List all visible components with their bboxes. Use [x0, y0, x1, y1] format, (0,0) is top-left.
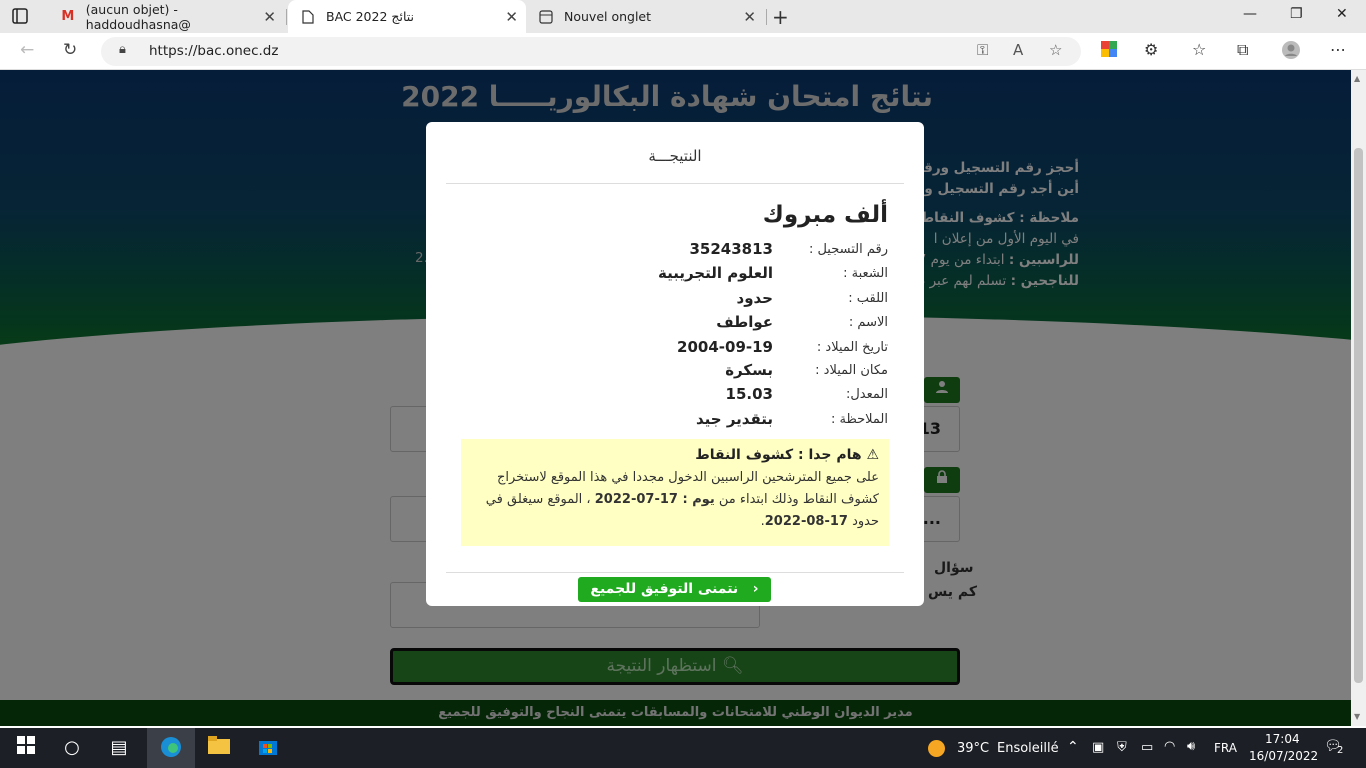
extension-colorful-icon[interactable]	[1100, 40, 1118, 62]
result-row-firstname: الاسم : عواطف	[658, 313, 888, 339]
gmail-icon: M	[61, 9, 75, 24]
url-text[interactable]: https://bac.onec.dz	[149, 43, 278, 59]
row-label: اللقب :	[848, 291, 888, 306]
page-icon	[300, 9, 316, 25]
result-row-birthdate: تاريخ الميلاد : 2004-09-19	[658, 338, 888, 364]
result-modal: النتيجـــة ألف مبروك رقم التسجيل : 35243…	[426, 122, 924, 606]
important-notice: ⚠ هام جدا : كشوف النقاط على جميع المترشح…	[461, 439, 889, 546]
url-field[interactable]: 🔒︎ https://bac.onec.dz ⚿ A ☆	[101, 37, 1081, 66]
row-value: 2004-09-19	[677, 338, 773, 356]
key-icon[interactable]: ⚿	[977, 41, 988, 59]
favorites-icon[interactable]: ☆	[1192, 40, 1206, 59]
row-label: الشعبة :	[843, 266, 888, 281]
modal-title: النتيجـــة	[446, 122, 904, 184]
battery-icon[interactable]: ▭	[1141, 740, 1153, 755]
tab-separator	[286, 9, 287, 25]
tab-bac-results[interactable]: BAC 2022 نتائج ✕	[288, 0, 526, 33]
congratulations-heading: ألف مبروك	[762, 202, 888, 228]
collections-icon[interactable]: ⧉	[1237, 40, 1248, 60]
scroll-thumb[interactable]	[1354, 148, 1363, 683]
close-icon[interactable]: ✕	[263, 8, 276, 26]
extensions-icon[interactable]: ⚙︎	[1144, 40, 1158, 59]
weather-temperature[interactable]: 39°C	[957, 741, 989, 756]
more-options-icon[interactable]: ⋯	[1330, 40, 1346, 59]
task-view-icon[interactable]: ▤	[107, 736, 131, 760]
tab-bar: M (aucun objet) - haddoudhasna@ ✕ BAC 20…	[0, 0, 1366, 33]
row-label: الملاحظة :	[830, 412, 888, 427]
row-value: العلوم التجريبية	[658, 264, 773, 282]
row-value: حدود	[736, 289, 774, 307]
scroll-up-icon[interactable]: ▲	[1354, 74, 1360, 83]
favorite-add-icon[interactable]: ☆	[1049, 41, 1062, 59]
newtab-icon	[538, 9, 554, 25]
row-value: 15.03	[725, 385, 773, 403]
minimize-icon[interactable]: —	[1243, 6, 1257, 22]
file-explorer-icon[interactable]	[207, 736, 231, 760]
read-aloud-icon[interactable]: A	[1013, 41, 1023, 59]
row-label: الاسم :	[848, 315, 888, 330]
row-value: عواطف	[716, 313, 773, 331]
notice-body: على جميع المترشحين الراسبين الدخول مجددا…	[485, 470, 879, 529]
tab-separator	[766, 9, 767, 25]
close-icon[interactable]: ✕	[505, 8, 518, 26]
windows-taskbar: ○ ▤ 39°C Ensoleillé ⌃ ▣ ⛨ ▭ ◠ 🔊︎ FRA 17:…	[0, 728, 1366, 768]
chevron-up-icon[interactable]: ⌃	[1067, 739, 1079, 755]
result-row-average: المعدل: 15.03	[658, 385, 888, 411]
profile-avatar[interactable]	[1281, 40, 1301, 64]
row-label: تاريخ الميلاد :	[816, 340, 888, 355]
close-modal-button[interactable]: ‹ نتمنى التوفيق للجميع	[578, 577, 771, 602]
close-window-icon[interactable]: ✕	[1336, 6, 1348, 22]
clock-time[interactable]: 17:04	[1265, 732, 1300, 746]
row-value: بسكرة	[725, 361, 773, 379]
row-label: المعدل:	[845, 387, 888, 402]
maximize-icon[interactable]: ❐	[1290, 6, 1303, 22]
result-row-registration: رقم التسجيل : 35243813	[658, 240, 889, 266]
result-row-remark: الملاحظة : بتقدير جيد	[658, 410, 888, 436]
weather-sun-icon[interactable]	[928, 740, 945, 757]
result-row-birthplace: مكان الميلاد : بسكرة	[658, 361, 888, 387]
store-icon[interactable]	[256, 736, 280, 760]
row-label: مكان الميلاد :	[815, 363, 888, 378]
clock-date[interactable]: 16/07/2022	[1249, 749, 1318, 763]
back-icon[interactable]: ←	[20, 40, 34, 60]
language-indicator[interactable]: FRA	[1214, 741, 1237, 755]
tab-title: Nouvel onglet	[564, 9, 652, 24]
security-icon[interactable]: ⛨	[1117, 740, 1127, 755]
modal-footer-divider	[446, 572, 904, 573]
notice-title: ⚠ هام جدا : كشوف النقاط	[695, 447, 879, 463]
result-row-surname: اللقب : حدود	[658, 289, 889, 315]
weather-condition[interactable]: Ensoleillé	[997, 741, 1059, 756]
meet-icon[interactable]: ▣	[1092, 740, 1104, 755]
tab-actions-icon[interactable]	[10, 6, 34, 28]
result-row-stream: الشعبة : العلوم التجريبية	[658, 264, 888, 290]
row-label: رقم التسجيل :	[808, 242, 888, 257]
tab-title: (aucun objet) - haddoudhasna@	[85, 1, 191, 32]
page-scrollbar[interactable]: ▲ ▼	[1351, 70, 1366, 726]
row-value: بتقدير جيد	[696, 410, 773, 428]
scroll-down-icon[interactable]: ▼	[1354, 712, 1360, 721]
wifi-icon[interactable]: ◠	[1164, 739, 1175, 754]
new-tab-icon[interactable]: +	[772, 5, 789, 29]
lock-icon[interactable]: 🔒︎	[119, 42, 126, 57]
notification-count: 2	[1337, 745, 1344, 756]
refresh-icon[interactable]: ↻	[63, 40, 77, 60]
chevron-left-icon: ‹	[752, 581, 759, 597]
windows-start-icon[interactable]	[14, 736, 38, 760]
edge-browser-icon[interactable]	[159, 736, 183, 760]
warning-icon: ⚠	[866, 447, 879, 463]
tab-title: BAC 2022 نتائج	[326, 9, 415, 24]
tab-new[interactable]: Nouvel onglet ✕	[526, 0, 764, 33]
tab-gmail[interactable]: M (aucun objet) - haddoudhasna@ ✕	[48, 0, 284, 33]
row-value: 35243813	[689, 240, 774, 258]
address-bar: ← ↻ 🔒︎ https://bac.onec.dz ⚿ A ☆ ⚙︎ ☆ ⧉ …	[0, 33, 1366, 70]
volume-icon[interactable]: 🔊︎	[1187, 739, 1195, 754]
search-icon[interactable]: ○	[60, 736, 84, 760]
close-icon[interactable]: ✕	[743, 8, 756, 26]
